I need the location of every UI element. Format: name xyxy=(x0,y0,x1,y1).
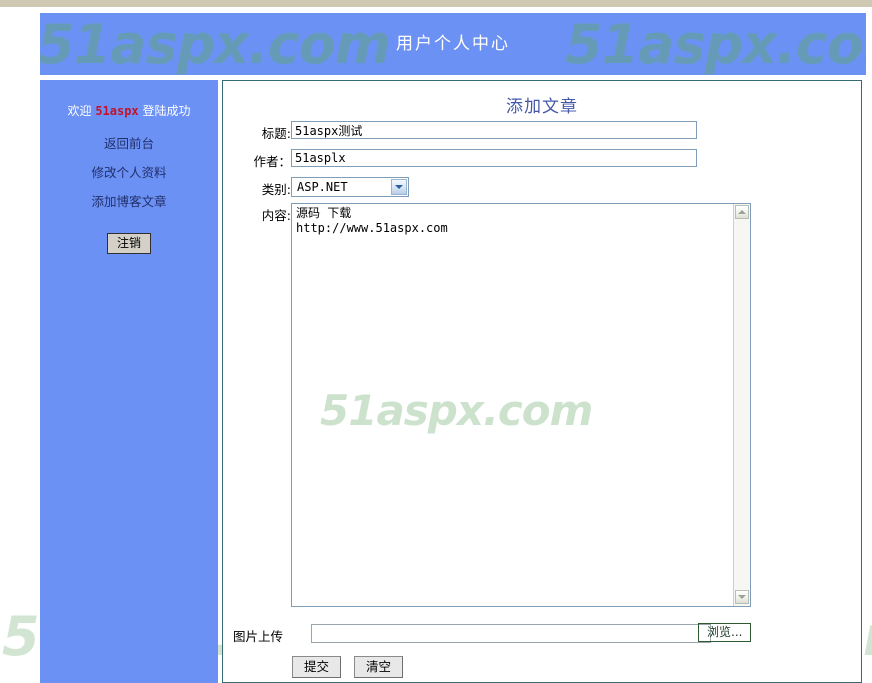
submit-button[interactable]: 提交 xyxy=(292,656,342,678)
label-category: 类别: xyxy=(261,182,291,197)
browse-button[interactable]: 浏览... xyxy=(698,623,752,642)
logout-button-wrapper: 注销 xyxy=(40,233,218,254)
sidebar-item-add-article[interactable]: 添加博客文章 xyxy=(40,191,218,210)
welcome-username: 51aspx xyxy=(95,104,139,118)
logout-button[interactable]: 注销 xyxy=(106,233,151,254)
content-panel: 添加文章 标题: 作者： 类别: ASP.NET 内容: 源码 下载 http:… xyxy=(222,80,862,683)
author-input[interactable] xyxy=(291,149,697,167)
sidebar-item-edit-profile[interactable]: 修改个人资料 xyxy=(40,162,218,181)
upload-file-input[interactable] xyxy=(311,624,711,643)
welcome-suffix: 登陆成功 xyxy=(142,104,191,118)
title-input[interactable] xyxy=(291,121,697,139)
category-select-value: ASP.NET xyxy=(297,180,348,194)
label-upload: 图片上传 xyxy=(233,629,284,644)
page-title: 用户个人中心 xyxy=(396,34,510,54)
content-textarea[interactable]: 源码 下载 http://www.51aspx.com 51aspx.com xyxy=(291,203,751,607)
label-title: 标题: xyxy=(261,126,291,141)
sidebar-item-return-front[interactable]: 返回前台 xyxy=(40,133,218,152)
label-author: 作者： xyxy=(253,154,291,169)
reset-button[interactable]: 清空 xyxy=(354,656,404,678)
scroll-up-icon[interactable] xyxy=(735,205,749,219)
content-scrollbar[interactable] xyxy=(733,204,750,606)
textarea-watermark: 51aspx.com xyxy=(320,386,593,435)
welcome-message: 欢迎 51aspx 登陆成功 xyxy=(40,102,218,119)
label-content: 内容: xyxy=(261,208,291,223)
chevron-down-icon[interactable] xyxy=(391,179,407,195)
page-header: 51aspx.com 51aspx.com 用户个人中心 xyxy=(40,13,866,75)
category-select[interactable]: ASP.NET xyxy=(291,177,409,197)
top-strip xyxy=(0,0,872,7)
sidebar: 欢迎 51aspx 登陆成功 返回前台 修改个人资料 添加博客文章 注销 xyxy=(40,80,218,683)
content-textarea-value: 源码 下载 http://www.51aspx.com xyxy=(296,206,448,235)
welcome-prefix: 欢迎 xyxy=(67,104,92,118)
scroll-down-icon[interactable] xyxy=(735,590,749,604)
page-root: 51aspx.com 51aspx.com 51aspx.com 51aspx.… xyxy=(0,0,872,683)
panel-title: 添加文章 xyxy=(506,97,578,117)
